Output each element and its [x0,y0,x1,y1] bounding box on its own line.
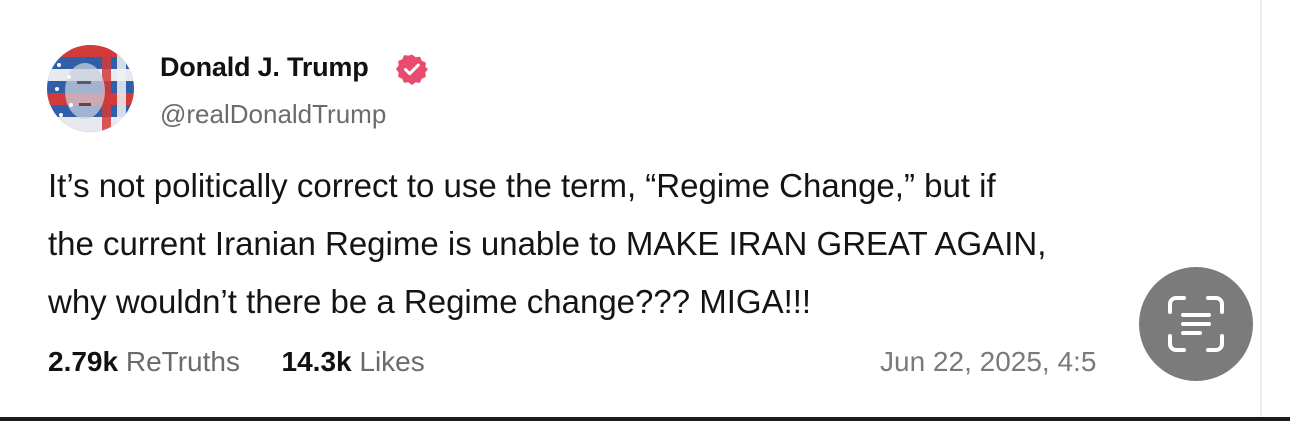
verified-badge-icon [396,53,428,85]
avatar-image [47,45,134,132]
retruths-label[interactable]: ReTruths [126,346,240,377]
post-stats: 2.79k ReTruths 14.3k Likes [48,346,425,378]
post-body: It’s not politically correct to use the … [48,157,1248,331]
author-display-name[interactable]: Donald J. Trump [160,52,369,83]
post-line: the current Iranian Regime is unable to … [48,225,1047,262]
author-handle[interactable]: @realDonaldTrump [160,99,386,130]
divider [0,417,1290,421]
likes-label[interactable]: Likes [359,346,424,377]
post-line: why wouldn’t there be a Regime change???… [48,283,812,320]
live-text-scan-button[interactable] [1139,267,1253,381]
retruths-count[interactable]: 2.79k [48,346,118,377]
live-text-scan-icon [1168,296,1224,352]
post-card: Donald J. Trump @realDonaldTrump It’s no… [0,0,1262,417]
avatar[interactable] [47,45,134,132]
likes-count[interactable]: 14.3k [282,346,352,377]
post-line: It’s not politically correct to use the … [48,167,996,204]
